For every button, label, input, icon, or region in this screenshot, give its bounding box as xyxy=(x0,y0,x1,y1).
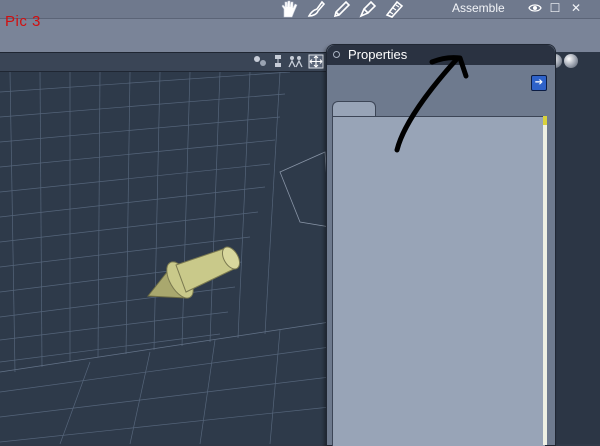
figure-icon[interactable] xyxy=(288,54,304,74)
pic-annotation-label: Pic 3 xyxy=(5,13,41,30)
expand-arrow-button[interactable]: ➔ xyxy=(531,75,547,91)
hierarchy-icon[interactable] xyxy=(272,54,284,74)
eye-icon[interactable] xyxy=(527,0,543,16)
properties-content-area xyxy=(332,116,545,446)
viewport-toolbar-icons xyxy=(252,54,324,74)
panel-menu-dot-icon[interactable] xyxy=(333,51,340,58)
hand-drawn-arrow xyxy=(394,55,469,153)
room-tab-assemble[interactable]: Assemble xyxy=(452,1,505,15)
pencil-icon[interactable] xyxy=(332,0,352,18)
properties-scrollbar-thumb[interactable] xyxy=(543,116,547,125)
arrow-primitive[interactable] xyxy=(147,244,243,302)
3d-viewport[interactable] xyxy=(0,72,330,444)
light-gizmo xyxy=(279,151,330,228)
viewport-scene xyxy=(0,72,330,444)
viewport-toolbar xyxy=(0,52,330,72)
right-side-tray xyxy=(554,52,600,444)
properties-scrollbar[interactable] xyxy=(543,116,547,445)
pen-icon[interactable] xyxy=(358,0,378,18)
brush-icon[interactable] xyxy=(306,0,326,18)
pose-hand-icon[interactable] xyxy=(280,0,300,18)
camera-icon[interactable] xyxy=(252,54,268,74)
move-icon[interactable] xyxy=(308,54,324,74)
sphere-icon[interactable] xyxy=(564,54,578,68)
film-icon[interactable] xyxy=(384,0,404,18)
maximize-icon[interactable]: ☐ xyxy=(548,0,562,16)
ground-grid xyxy=(0,72,330,444)
room-tool-icons xyxy=(280,0,404,18)
close-icon[interactable]: ✕ xyxy=(569,0,583,16)
